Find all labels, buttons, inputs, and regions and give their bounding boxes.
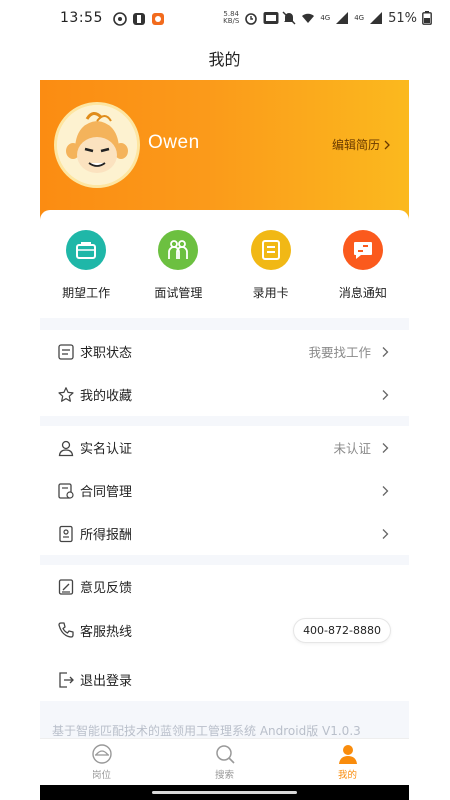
search-icon (215, 745, 235, 764)
menu-item-favorites[interactable]: 我的收藏 (40, 373, 409, 416)
bottom-tab-bar: 岗位 搜索 我的 (40, 738, 409, 785)
menu-item-earnings[interactable]: 所得报酬 (40, 512, 409, 555)
status-right-icons: 5.84 KB/S 4G 4G 51% (223, 11, 436, 26)
app-version-text: 基于智能匹配技术的蓝领用工管理系统 Android版 V1.0.3 (52, 724, 361, 738)
quick-action-expected-job[interactable]: 期望工作 (41, 230, 131, 318)
chevron-right-icon (382, 346, 389, 357)
app-notification-icon (151, 11, 165, 25)
contract-icon (56, 481, 76, 501)
star-icon (56, 385, 76, 405)
menu-group-job: 求职状态 我要找工作 我的收藏 (40, 330, 409, 416)
alarm-icon (244, 11, 258, 25)
net-speed-unit: KB/S (223, 17, 240, 25)
avatar[interactable] (54, 102, 140, 188)
quick-action-label: 录用卡 (252, 286, 289, 300)
menu-group-account: 实名认证 未认证 合同管理 所得报酬 (40, 426, 409, 555)
briefcase-icon (66, 230, 107, 270)
username: Owen (148, 132, 200, 153)
menu-label: 合同管理 (80, 485, 133, 500)
signal-icon (369, 11, 383, 25)
menu-label: 意见反馈 (80, 581, 133, 596)
app-notification-icon (113, 11, 127, 26)
menu-label: 我的收藏 (80, 389, 133, 404)
menu-label: 客服热线 (80, 624, 133, 640)
feedback-icon (56, 577, 76, 597)
post-icon (91, 744, 112, 764)
battery-icon (422, 11, 436, 25)
tab-label: 我的 (337, 770, 357, 781)
status-time: 13:55 (60, 10, 103, 26)
signal-label: 4G (354, 14, 365, 22)
status-left-icons (113, 11, 165, 26)
status-bar: 13:55 5.84 KB/S 4G 4G 51% (0, 0, 450, 36)
chevron-right-icon (384, 140, 390, 149)
menu-group-support: 意见反馈 客服热线 400-872-8880 退出登录 (40, 565, 409, 701)
profile-header: Owen 编辑简历 (40, 80, 409, 230)
phone-icon (56, 620, 76, 640)
quick-action-notifications[interactable]: 消息通知 (318, 230, 408, 318)
page-title: 我的 (40, 36, 409, 80)
menu-item-contracts[interactable]: 合同管理 (40, 469, 409, 512)
user-icon (56, 438, 76, 458)
quick-action-label: 期望工作 (62, 286, 111, 300)
home-gesture-handle[interactable] (152, 791, 297, 794)
chevron-right-icon (382, 528, 389, 539)
message-icon (342, 230, 383, 270)
profile-icon (338, 745, 357, 764)
menu-item-logout[interactable]: 退出登录 (40, 658, 409, 701)
net-speed: 5.84 KB/S (223, 11, 239, 25)
system-nav-bar (40, 785, 409, 800)
menu-value: 未认证 (333, 441, 371, 456)
card-icon (250, 230, 291, 270)
battery-text: 51% (388, 10, 417, 26)
logout-icon (56, 670, 76, 690)
menu-item-real-name[interactable]: 实名认证 未认证 (40, 426, 409, 469)
menu-label: 求职状态 (80, 346, 133, 361)
signal-label: 4G (320, 14, 331, 22)
quick-action-offer-card[interactable]: 录用卡 (226, 230, 316, 318)
app-notification-icon (132, 11, 146, 25)
quick-action-label: 消息通知 (338, 286, 387, 300)
tab-search[interactable]: 搜索 (185, 743, 265, 781)
mute-icon (282, 11, 296, 25)
tab-label: 搜索 (214, 770, 234, 781)
menu-item-job-status[interactable]: 求职状态 我要找工作 (40, 330, 409, 373)
tab-label: 岗位 (91, 770, 111, 781)
chevron-right-icon (382, 485, 389, 496)
edit-resume-link[interactable]: 编辑简历 (332, 136, 391, 153)
tab-posts[interactable]: 岗位 (62, 743, 142, 781)
menu-item-feedback[interactable]: 意见反馈 (40, 565, 409, 608)
people-icon (158, 230, 199, 270)
chevron-right-icon (382, 442, 389, 453)
tab-profile[interactable]: 我的 (308, 743, 388, 781)
menu-label: 实名认证 (80, 442, 133, 457)
document-icon (56, 342, 76, 362)
hotline-number-button[interactable]: 400-872-8880 (293, 617, 391, 643)
menu-value: 我要找工作 (308, 345, 371, 360)
wifi-icon (301, 11, 315, 25)
quick-actions: 期望工作 面试管理 录用卡 消息通知 (40, 210, 409, 318)
menu-label: 退出登录 (80, 674, 133, 689)
menu-label: 所得报酬 (80, 528, 133, 543)
quick-action-interview[interactable]: 面试管理 (133, 230, 223, 318)
profile-page: Owen 编辑简历 期望工作 面试管理 录用卡 消息通知 求职状态 我要找工作 … (40, 80, 409, 784)
chevron-right-icon (382, 389, 389, 400)
edit-resume-label: 编辑简历 (331, 138, 380, 152)
nfc-icon (263, 11, 279, 25)
quick-action-label: 面试管理 (154, 286, 203, 300)
signal-icon (335, 11, 349, 25)
badge-icon (56, 524, 76, 544)
menu-item-hotline[interactable]: 客服热线 400-872-8880 (40, 608, 409, 652)
